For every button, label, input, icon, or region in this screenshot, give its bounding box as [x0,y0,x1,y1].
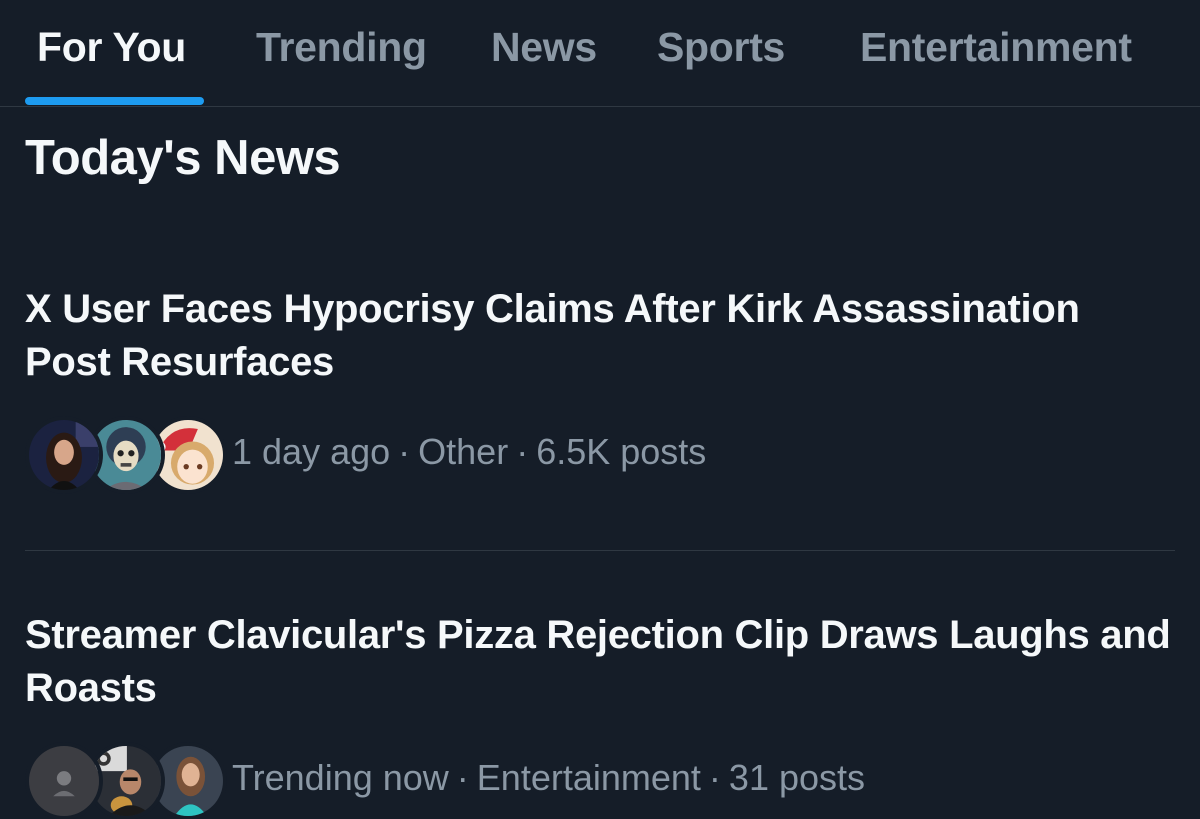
news-post-count: 31 posts [728,757,866,798]
news-item[interactable]: X User Faces Hypocrisy Claims After Kirk… [25,283,1175,496]
tab-news[interactable]: News [491,22,597,72]
tab-for-you[interactable]: For You [37,22,186,72]
news-post-count: 6.5K posts [536,431,707,472]
news-meta: 1 day ago · Other · 6.5K posts [25,416,1175,496]
news-category: Entertainment [476,757,701,798]
tab-trending[interactable]: Trending [256,22,427,72]
news-headline[interactable]: Streamer Clavicular's Pizza Rejection Cl… [25,609,1175,715]
tab-bar: For You Trending News Sports Entertainme… [0,0,1200,107]
divider [25,550,1175,551]
news-time: 1 day ago [232,431,391,472]
news-meta-text: 1 day ago · Other · 6.5K posts [232,431,707,472]
explore-page: For You Trending News Sports Entertainme… [0,0,1200,819]
news-category: Other [418,431,509,472]
news-item[interactable]: Streamer Clavicular's Pizza Rejection Cl… [25,609,1175,819]
avatar-woman-dark-hair [25,416,103,494]
section-title: Today's News [25,131,341,185]
avatar-person-silhouette [25,742,103,819]
active-tab-indicator [25,97,204,105]
tab-sports[interactable]: Sports [657,22,785,72]
news-headline[interactable]: X User Faces Hypocrisy Claims After Kirk… [25,283,1175,389]
news-meta-text: Trending now · Entertainment · 31 posts [232,757,866,798]
tab-entertainment[interactable]: Entertainment [860,22,1132,72]
news-meta: Trending now · Entertainment · 31 posts [25,742,1175,819]
news-time: Trending now [232,757,449,798]
